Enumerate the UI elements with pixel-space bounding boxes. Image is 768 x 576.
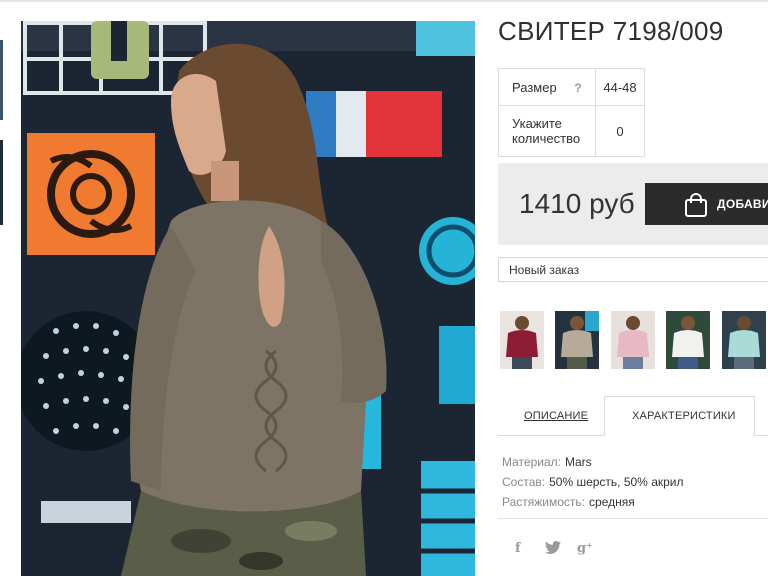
variant-thumbnail-beige[interactable]: [555, 311, 599, 369]
characteristics-list: Материал: Mars Состав: 50% шерсть, 50% акр…: [502, 452, 684, 512]
spec-value: средняя: [589, 495, 635, 509]
tab-characteristics-label: ХАРАКТЕРИСТИКИ: [632, 410, 736, 422]
twitter-bird-glyph: [545, 541, 561, 554]
shopping-bag-icon: [685, 193, 707, 217]
gallery-thumbnail-strip[interactable]: [0, 40, 3, 230]
spec-key: Материал:: [502, 455, 561, 469]
quantity-label: Укажите количество: [498, 105, 596, 157]
size-label-cell: Размер ?: [498, 68, 596, 106]
size-quantity-table: Размер ? 44-48 Укажите количество 0: [498, 68, 645, 157]
variant-thumbnail-mint[interactable]: [722, 311, 766, 369]
tab-characteristics[interactable]: ХАРАКТЕРИСТИКИ: [604, 396, 755, 436]
variant-thumbnail-image: [611, 311, 655, 369]
gallery-thumbnail[interactable]: [0, 140, 3, 225]
variant-thumbnail-pink[interactable]: [611, 311, 655, 369]
product-tabs: ОПИСАНИЕ ХАРАКТЕРИСТИКИ: [498, 396, 768, 436]
variant-thumbnail-white[interactable]: [666, 311, 710, 369]
spec-value: 50% шерсть, 50% акрил: [549, 475, 684, 489]
add-to-cart-button[interactable]: ДОБАВИТ: [645, 183, 768, 225]
size-value[interactable]: 44-48: [595, 68, 645, 106]
product-main-photo[interactable]: [21, 21, 475, 576]
order-select-value: Новый заказ: [509, 263, 580, 277]
quantity-label-line1: Укажите: [512, 116, 562, 131]
spec-row-composition: Состав: 50% шерсть, 50% акрил: [502, 472, 684, 492]
facebook-icon[interactable]: f: [515, 541, 521, 556]
variant-thumbnail-image: [500, 311, 544, 369]
product-photo-illustration: [21, 21, 475, 576]
variant-thumbnail-image: [666, 311, 710, 369]
quantity-label-line2: количество: [512, 131, 581, 146]
size-help-icon[interactable]: ?: [574, 81, 581, 95]
top-divider: [0, 0, 768, 2]
tab-description[interactable]: ОПИСАНИЕ: [498, 396, 605, 436]
tab-description-label: ОПИСАНИЕ: [524, 410, 589, 422]
spec-value: Mars: [564, 455, 592, 469]
price-value: 1410 руб: [519, 188, 635, 219]
quantity-field[interactable]: 0: [595, 105, 645, 157]
price-panel: 1410 руб ДОБАВИТ: [498, 163, 768, 245]
spec-key: Растяжимость:: [502, 495, 586, 509]
twitter-icon[interactable]: [545, 541, 561, 558]
product-title: СВИТЕР 7198/009: [498, 16, 724, 46]
characteristics-divider: [498, 518, 768, 519]
spec-row-stretch: Растяжимость: средняя: [502, 492, 684, 512]
color-variant-thumbnails[interactable]: [500, 311, 768, 369]
variant-thumbnail-burgundy[interactable]: [500, 311, 544, 369]
spec-key: Состав:: [502, 475, 546, 489]
size-label: Размер: [512, 79, 557, 95]
gallery-thumbnail[interactable]: [0, 40, 3, 120]
google-plus-icon[interactable]: g⁺: [577, 541, 593, 556]
add-to-cart-label: ДОБАВИТ: [717, 197, 768, 211]
spec-row-material: Материал: Mars: [502, 452, 684, 472]
variant-thumbnail-image: [555, 311, 599, 369]
order-select[interactable]: Новый заказ: [498, 257, 768, 282]
variant-thumbnail-image: [722, 311, 766, 369]
